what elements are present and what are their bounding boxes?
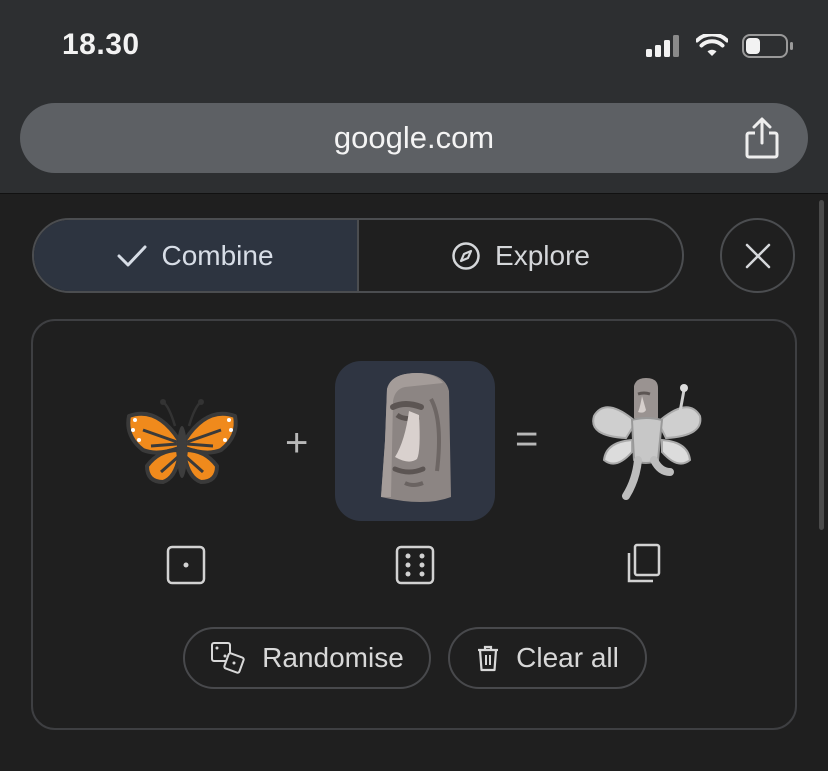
signal-icon [646, 35, 679, 57]
result-emoji-slot[interactable] [581, 371, 711, 511]
close-icon [745, 243, 770, 268]
compass-icon [452, 241, 480, 270]
share-icon[interactable] [744, 117, 780, 159]
explore-label: Explore [495, 239, 590, 271]
copy-icon[interactable] [623, 543, 663, 585]
url-bar[interactable]: google.com [20, 103, 808, 173]
dice-six-icon[interactable] [395, 545, 435, 585]
check-icon [117, 245, 147, 266]
page-scrollbar[interactable] [819, 200, 824, 530]
second-emoji-slot[interactable] [335, 361, 495, 521]
status-time: 18.30 [62, 28, 140, 61]
moai-fairy-icon [592, 378, 702, 500]
battery-icon [742, 34, 793, 58]
randomise-button[interactable]: Randomise [183, 627, 431, 689]
wifi-icon [696, 34, 728, 56]
explore-tab[interactable]: Explore [359, 220, 682, 291]
plus-sign: + [285, 421, 309, 465]
url-text: google.com [333, 120, 495, 155]
moai-icon [381, 373, 451, 502]
combine-tab[interactable]: Combine [34, 220, 359, 291]
emoji-kitchen-card: + = Randomise Clear all [31, 319, 797, 730]
status-icons [646, 34, 794, 58]
randomise-label: Randomise [262, 642, 404, 673]
clear-all-button[interactable]: Clear all [448, 627, 647, 689]
clear-all-label: Clear all [516, 642, 619, 673]
mode-toggle: Combine Explore [32, 218, 684, 293]
combine-label: Combine [161, 239, 274, 271]
first-emoji-slot[interactable] [123, 391, 243, 501]
trash-icon [478, 645, 499, 672]
equals-sign: = [515, 417, 539, 461]
browser-chrome: 18.30 google.com [0, 0, 828, 194]
dice-one-icon[interactable] [166, 545, 206, 585]
dice-icon [211, 642, 245, 674]
close-button[interactable] [720, 218, 795, 293]
butterfly-icon [126, 399, 238, 484]
